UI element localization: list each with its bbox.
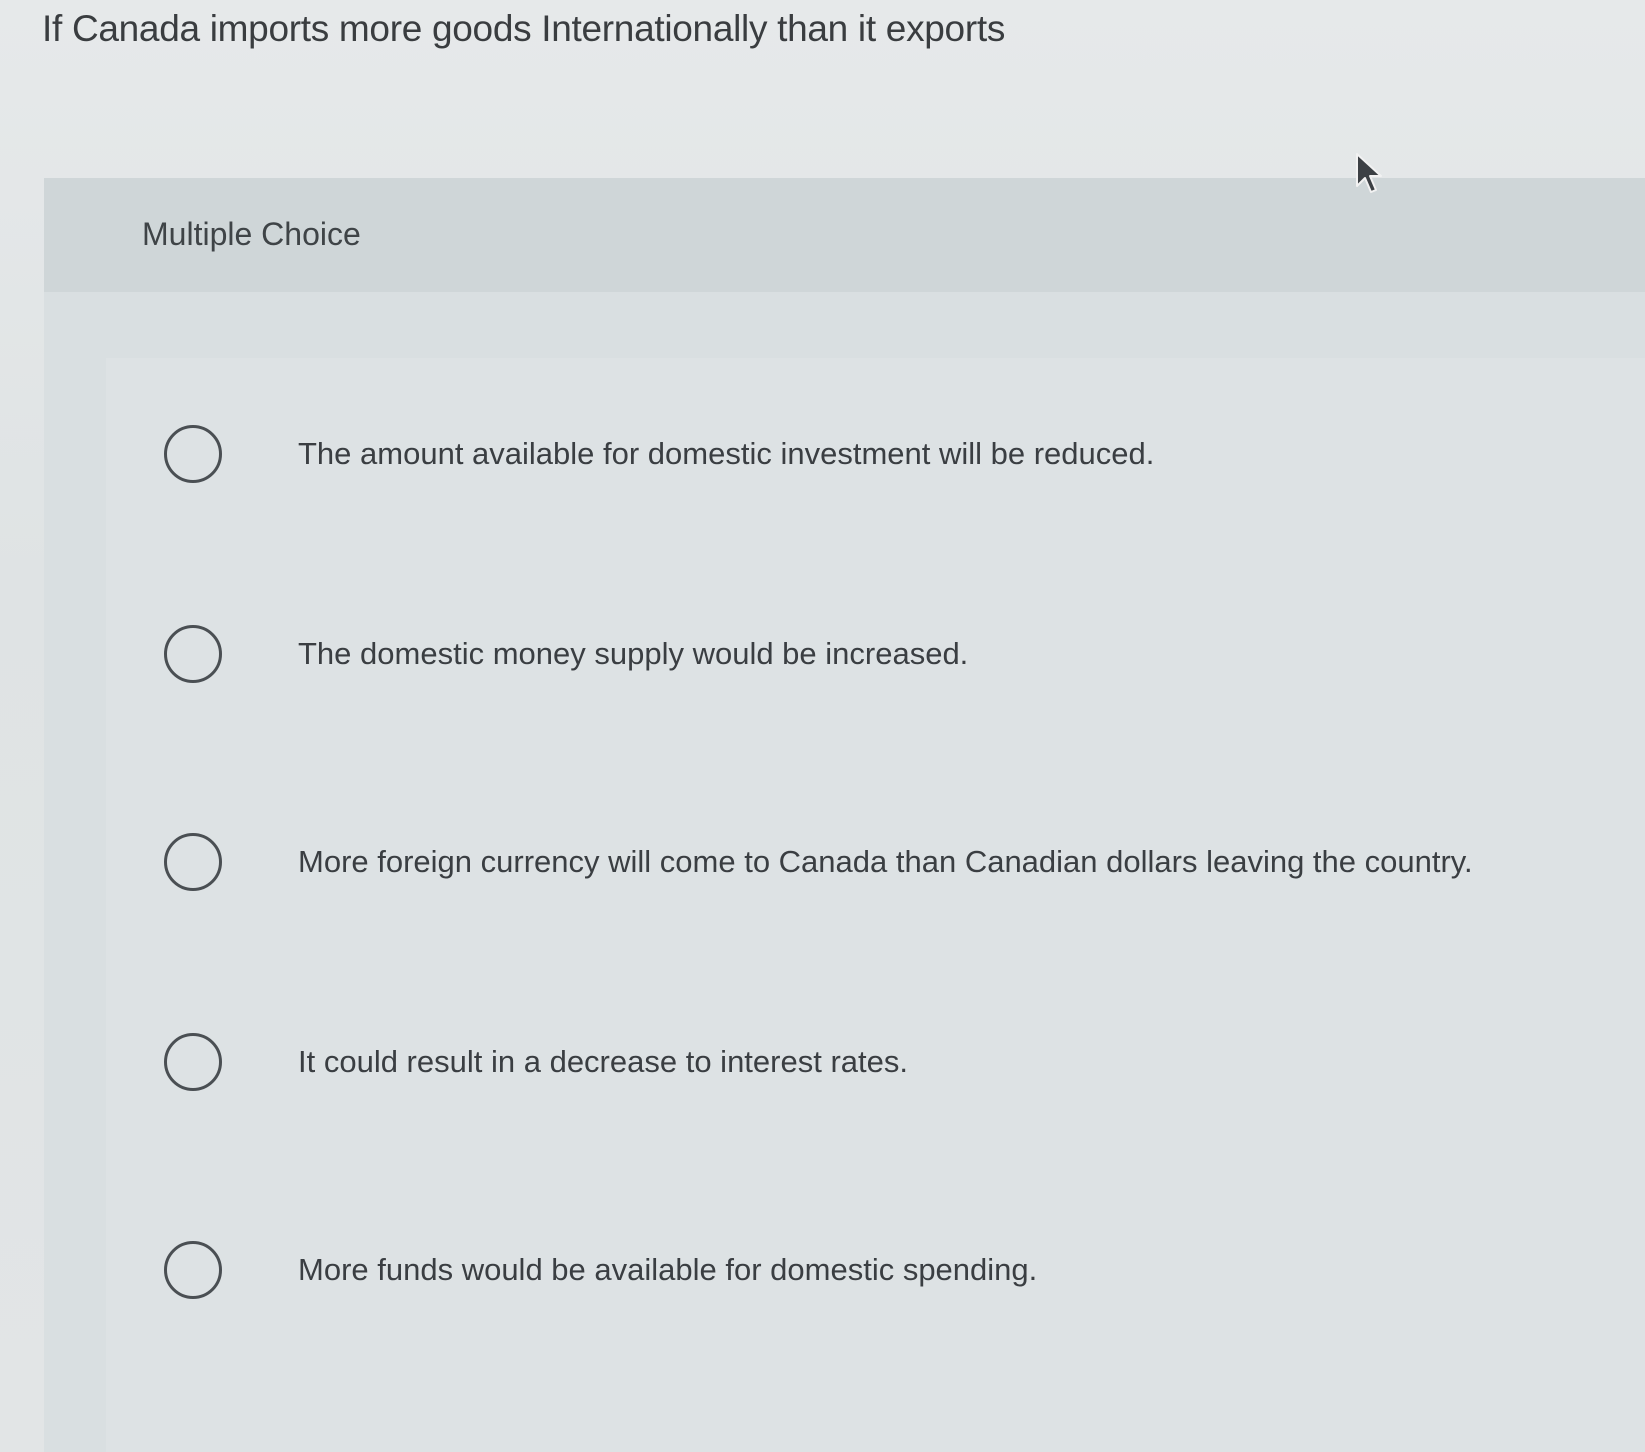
radio-button-2[interactable] (164, 625, 222, 683)
card-header: Multiple Choice (44, 178, 1645, 292)
answer-option-label: More funds would be available for domest… (298, 1252, 1038, 1287)
page: If Canada imports more goods Internation… (0, 0, 1645, 1452)
answer-option-3[interactable]: More foreign currency will come to Canad… (106, 796, 1645, 946)
answer-option-label: It could result in a decrease to interes… (298, 1044, 908, 1079)
answer-options: The amount available for domestic invest… (106, 358, 1645, 1452)
answer-option-2[interactable]: The domestic money supply would be incre… (106, 588, 1645, 738)
mouse-pointer-icon (1356, 153, 1382, 193)
question-type-label: Multiple Choice (142, 216, 361, 252)
radio-button-4[interactable] (164, 1033, 222, 1091)
answer-option-1[interactable]: The amount available for domestic invest… (106, 388, 1645, 538)
answer-option-label: The amount available for domestic invest… (298, 436, 1155, 471)
answer-option-5[interactable]: More funds would be available for domest… (106, 1204, 1645, 1354)
question-title: If Canada imports more goods Internation… (42, 8, 1006, 49)
answer-option-label: The domestic money supply would be incre… (298, 636, 969, 671)
radio-button-3[interactable] (164, 833, 222, 891)
radio-button-5[interactable] (164, 1241, 222, 1299)
question-card: Multiple Choice The amount available for… (44, 178, 1645, 1452)
answer-option-label: More foreign currency will come to Canad… (298, 844, 1473, 879)
answer-option-4[interactable]: It could result in a decrease to interes… (106, 996, 1645, 1146)
radio-button-1[interactable] (164, 425, 222, 483)
